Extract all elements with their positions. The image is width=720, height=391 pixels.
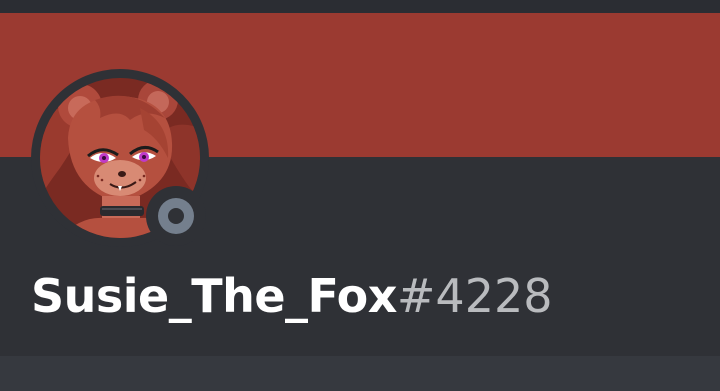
discriminator: #4228 (396, 269, 553, 323)
user-tag[interactable]: Susie_The_Fox#4228 (31, 266, 553, 326)
username: Susie_The_Fox (31, 269, 397, 323)
top-edge-strip (0, 0, 720, 13)
profile-footer-strip (0, 356, 720, 391)
status-indicator-hole (168, 208, 184, 224)
